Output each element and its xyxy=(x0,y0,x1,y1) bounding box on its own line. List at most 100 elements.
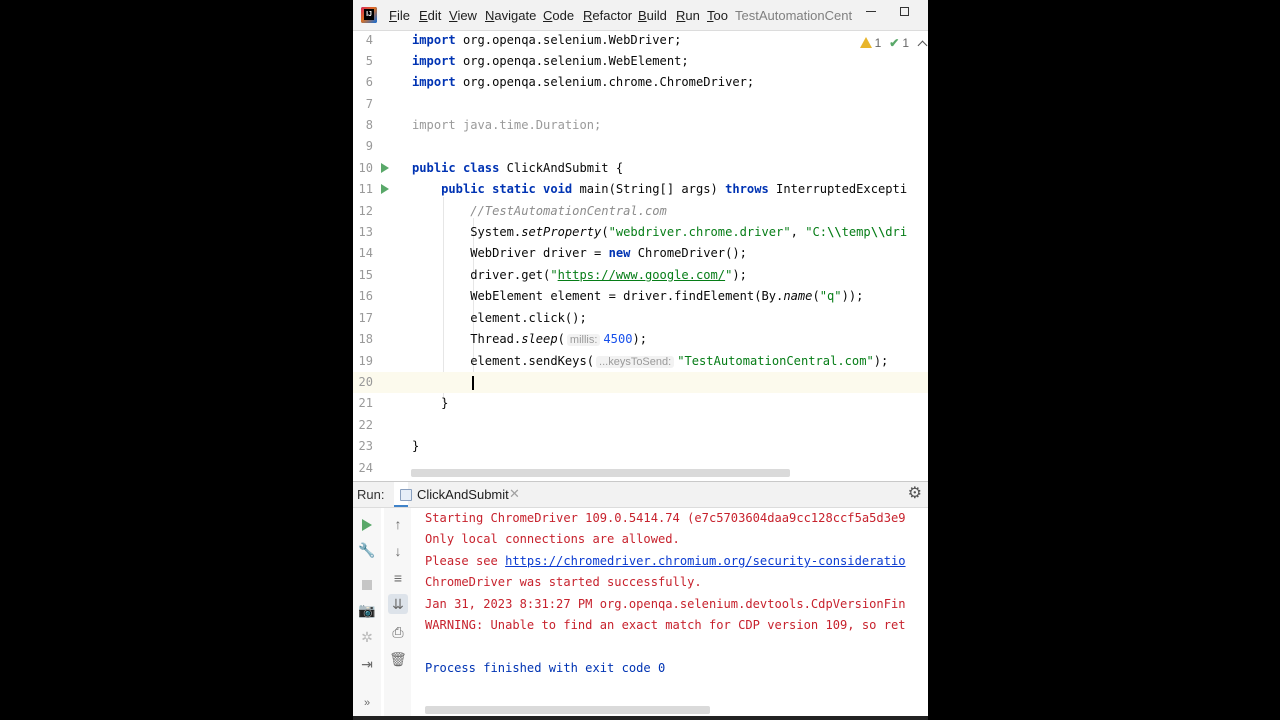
stop-icon[interactable] xyxy=(357,574,377,594)
wrench-icon[interactable]: 🔧 xyxy=(357,540,377,560)
code-line: 14 WebDriver driver = new ChromeDriver()… xyxy=(353,243,928,264)
code-text: WebElement element = driver.findElement(… xyxy=(412,289,864,303)
trash-icon[interactable]: 🗑 xyxy=(388,649,408,669)
code-text: Thread.sleep(millis: 4500); xyxy=(412,332,648,346)
code-line: 23} xyxy=(353,436,928,457)
code-line: 10 public class ClickAndSubmit { xyxy=(353,158,928,179)
code-text: import org.openqa.selenium.WebDriver; xyxy=(412,33,682,47)
code-line: 22 xyxy=(353,415,928,436)
soft-wrap-icon[interactable]: ≡ xyxy=(388,568,408,588)
window-title: TestAutomationCentr xyxy=(735,8,853,23)
code-text: public class ClickAndSubmit { xyxy=(412,161,624,175)
line-number: 19 xyxy=(358,354,373,368)
scroll-to-end-icon[interactable]: ⇊ xyxy=(388,594,408,614)
code-text: WebDriver driver = new ChromeDriver(); xyxy=(412,246,747,260)
line-number: 15 xyxy=(358,268,373,282)
menu-edit[interactable]: Edit xyxy=(419,7,441,24)
line-number: 13 xyxy=(358,225,373,239)
up-arrow-icon[interactable]: ↑ xyxy=(388,514,408,534)
code-line: 16 WebElement element = driver.findEleme… xyxy=(353,286,928,307)
menu-navigate[interactable]: Navigate xyxy=(485,7,536,24)
code-text: } xyxy=(412,396,449,410)
console-line: Starting ChromeDriver 109.0.5414.74 (e7c… xyxy=(425,511,906,525)
minimize-icon[interactable] xyxy=(866,11,876,12)
menu-view[interactable]: View xyxy=(449,7,477,24)
down-arrow-icon[interactable]: ↓ xyxy=(388,541,408,561)
line-number: 18 xyxy=(358,332,373,346)
menu-build[interactable]: Build xyxy=(638,7,667,24)
gear-icon[interactable]: ⚙ xyxy=(908,486,922,502)
intellij-logo-icon xyxy=(361,7,377,23)
debug-settings-icon[interactable]: ✲ xyxy=(357,627,377,647)
line-number: 9 xyxy=(365,139,373,153)
line-number: 10 xyxy=(358,161,373,175)
line-number: 22 xyxy=(358,418,373,432)
console-line: Jan 31, 2023 8:31:27 PM org.openqa.selen… xyxy=(425,597,906,611)
code-line: 19 element.sendKeys(...keysToSend: "TestA… xyxy=(353,351,928,372)
code-editor[interactable]: 1 ✔ 1 4 import org.openqa.selenium.WebDrive… xyxy=(353,31,928,480)
line-number: 23 xyxy=(358,439,373,453)
camera-icon[interactable]: 📷 xyxy=(357,600,377,620)
rerun-icon[interactable] xyxy=(357,514,377,534)
run-class-gutter-icon[interactable] xyxy=(381,163,389,173)
line-number: 11 xyxy=(358,182,373,196)
console-line: WARNING: Unable to find an exact match f… xyxy=(425,618,906,632)
console-line: ChromeDriver was started successfully. xyxy=(425,575,702,589)
line-number: 12 xyxy=(358,204,373,218)
line-number: 4 xyxy=(365,33,373,47)
code-line: 8 import java.time.Duration; xyxy=(353,115,928,136)
code-line: 13 System.setProperty("webdriver.chrome.… xyxy=(353,222,928,243)
line-number: 8 xyxy=(365,118,373,132)
code-line-current: 20 xyxy=(353,372,928,393)
line-number: 17 xyxy=(358,311,373,325)
editor-horizontal-scrollbar[interactable] xyxy=(411,469,790,477)
more-icon[interactable]: » xyxy=(357,693,377,713)
code-line: 12 //TestAutomationCentral.com xyxy=(353,201,928,222)
run-tool-window: Run: ClickAndSubmit ✕ ⚙ 🔧 📷 ✲ ⇥ » ↑ ↓ ≡ … xyxy=(353,481,928,720)
code-line: 17 element.click(); xyxy=(353,308,928,329)
run-label: Run: xyxy=(357,487,385,502)
code-line: 6 import org.openqa.selenium.chrome.Chrom… xyxy=(353,72,928,93)
code-line: 7 xyxy=(353,94,928,115)
run-header: Run: ClickAndSubmit ✕ ⚙ xyxy=(353,482,928,508)
code-text: element.sendKeys(...keysToSend: "TestAuto… xyxy=(412,354,889,368)
code-line: 11 public static void main(String[] args… xyxy=(353,179,928,200)
run-config-icon xyxy=(400,489,412,501)
print-icon[interactable]: ⎙ xyxy=(388,622,408,642)
menu-run[interactable]: Run xyxy=(676,7,700,24)
menu-file[interactable]: File xyxy=(389,7,410,24)
console-line-link[interactable]: Please see https://chromedriver.chromium… xyxy=(425,551,906,572)
line-number: 20 xyxy=(358,375,373,389)
code-line: 9 xyxy=(353,136,928,157)
maximize-icon[interactable] xyxy=(900,7,909,16)
line-number: 24 xyxy=(358,461,373,475)
console-text: Please see xyxy=(425,554,506,568)
code-line: 15 driver.get("https://www.google.com/")… xyxy=(353,265,928,286)
line-number: 21 xyxy=(358,396,373,410)
console-link[interactable]: https://chromedriver.chromium.org/securi… xyxy=(505,554,905,568)
run-main-gutter-icon[interactable] xyxy=(381,184,389,194)
code-text: driver.get("https://www.google.com/"); xyxy=(412,268,747,282)
line-number: 14 xyxy=(358,246,373,260)
line-number: 7 xyxy=(365,97,373,111)
ide-window: File Edit View Navigate Code Refactor Bu… xyxy=(353,0,928,720)
run-toolbar-secondary: ↑ ↓ ≡ ⇊ ⎙ 🗑 xyxy=(384,508,411,720)
console-horizontal-scrollbar[interactable] xyxy=(425,706,710,714)
menu-code[interactable]: Code xyxy=(543,7,574,24)
console-output[interactable]: Starting ChromeDriver 109.0.5414.74 (e7c… xyxy=(425,508,928,708)
menu-refactor[interactable]: Refactor xyxy=(583,7,632,24)
window-bottom-edge xyxy=(353,716,928,720)
code-line: 4 import org.openqa.selenium.WebDriver; xyxy=(353,31,928,51)
menu-bar: File Edit View Navigate Code Refactor Bu… xyxy=(353,0,928,31)
code-line: 21 } xyxy=(353,393,928,414)
menu-tools[interactable]: Too xyxy=(707,7,728,24)
close-tab-icon[interactable]: ✕ xyxy=(509,486,520,502)
code-text: import java.time.Duration; xyxy=(412,118,602,132)
run-tab-label: ClickAndSubmit xyxy=(417,487,509,502)
code-text: System.setProperty("webdriver.chrome.dri… xyxy=(412,225,908,239)
line-number: 16 xyxy=(358,289,373,303)
exit-icon[interactable]: ⇥ xyxy=(357,654,377,674)
run-tab[interactable]: ClickAndSubmit ✕ xyxy=(394,482,520,507)
code-text: import org.openqa.selenium.chrome.Chrome… xyxy=(412,75,755,89)
console-line-exit: Process finished with exit code 0 xyxy=(425,661,666,675)
